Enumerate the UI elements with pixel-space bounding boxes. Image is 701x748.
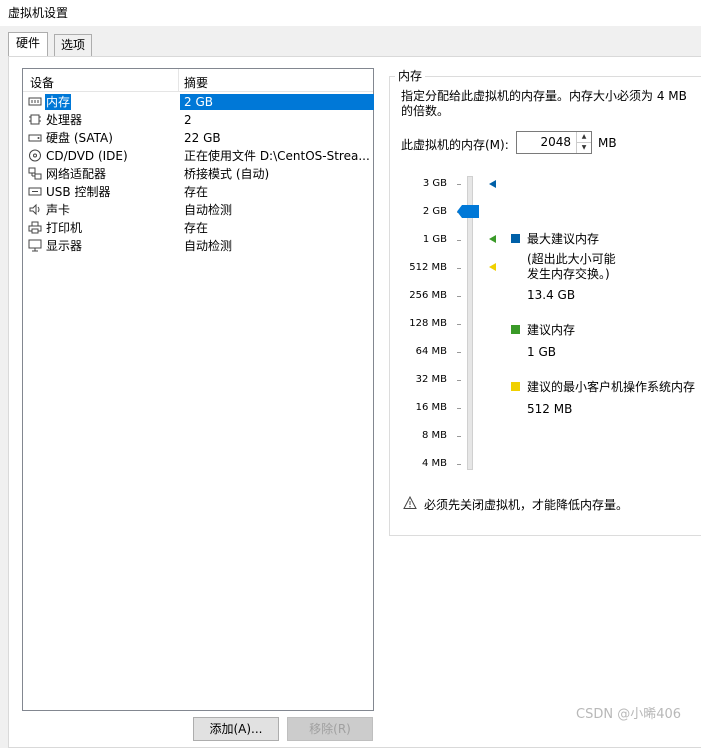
memory-value[interactable]: 2048 xyxy=(540,135,571,149)
max-recommended-marker-icon xyxy=(489,180,496,188)
max-recommended-value: 13.4 GB xyxy=(527,288,576,302)
device-name: 打印机 xyxy=(46,221,83,235)
device-summary: 桥接模式 (自动) xyxy=(184,167,270,181)
recommended-marker-icon xyxy=(489,235,496,243)
scale-tick-label: 3 GB xyxy=(422,178,447,189)
max-recommended-note-line2: 发生内存交换。) xyxy=(527,267,610,281)
column-header-summary[interactable]: 摘要 xyxy=(184,74,208,91)
scale-tick-mark xyxy=(457,324,461,325)
watermark: CSDN @小晞406 xyxy=(576,707,682,722)
scale-tick-mark xyxy=(457,352,461,353)
cpu-icon xyxy=(28,113,42,126)
device-summary: 2 GB xyxy=(180,94,374,110)
tab-hardware[interactable]: 硬件 xyxy=(8,32,48,56)
scale-tick-label: 512 MB xyxy=(409,262,447,273)
device-row-hard-disk[interactable]: 硬盘 (SATA) 22 GB xyxy=(23,129,373,147)
scale-tick-label: 8 MB xyxy=(421,430,447,441)
memory-description: 指定分配给此虚拟机的内存量。内存大小必须为 4 MB 的倍数。 xyxy=(401,89,687,118)
memory-spinbox[interactable]: 2048 ▲ ▼ xyxy=(516,131,592,154)
device-row-cd-dvd[interactable]: CD/DVD (IDE) 正在使用文件 D:\CentOS-Strea... xyxy=(23,147,373,165)
recommended-value: 1 GB xyxy=(527,345,556,359)
device-name: USB 控制器 xyxy=(46,185,111,199)
memory-group-title: 内存 xyxy=(395,67,426,84)
device-name: 网络适配器 xyxy=(46,167,107,181)
min-guest-marker-icon xyxy=(489,263,496,271)
printer-icon xyxy=(28,221,42,234)
device-row-network-adapter[interactable]: 网络适配器 桥接模式 (自动) xyxy=(23,165,373,183)
display-icon xyxy=(28,239,42,252)
add-button[interactable]: 添加(A)... xyxy=(193,717,279,741)
memory-unit: MB xyxy=(598,136,617,150)
recommended-legend-icon xyxy=(511,325,520,334)
recommended-label: 建议内存 xyxy=(527,323,576,337)
warning-icon xyxy=(403,495,417,510)
scale-tick-label: 4 MB xyxy=(421,458,447,469)
max-recommended-legend-icon xyxy=(511,234,520,243)
device-row-printer[interactable]: 打印机 存在 xyxy=(23,219,373,237)
scale-tick-label: 16 MB xyxy=(415,402,447,413)
memory-slider-track[interactable] xyxy=(467,176,473,470)
device-summary: 正在使用文件 D:\CentOS-Strea... xyxy=(184,149,370,163)
scale-tick-mark xyxy=(457,184,461,185)
device-list-header: 设备 摘要 xyxy=(23,69,373,92)
device-summary: 自动检测 xyxy=(184,203,233,217)
min-guest-value: 512 MB xyxy=(527,402,573,416)
device-row-memory[interactable]: 内存 2 GB xyxy=(23,93,374,111)
device-summary: 存在 xyxy=(184,221,209,235)
device-name: 硬盘 (SATA) xyxy=(46,131,113,145)
scale-tick-label: 32 MB xyxy=(415,374,447,385)
device-row-sound-card[interactable]: 声卡 自动检测 xyxy=(23,201,373,219)
max-recommended-label: 最大建议内存 xyxy=(527,232,600,246)
sound-icon xyxy=(28,203,42,216)
remove-button[interactable]: 移除(R) xyxy=(287,717,373,741)
window-title: 虚拟机设置 xyxy=(8,6,69,20)
device-summary: 22 GB xyxy=(184,131,221,145)
column-separator[interactable] xyxy=(178,69,179,91)
scale-tick-mark xyxy=(457,464,461,465)
scale-tick-label: 1 GB xyxy=(422,234,447,245)
device-row-display[interactable]: 显示器 自动检测 xyxy=(23,237,373,255)
scale-tick-mark xyxy=(457,268,461,269)
device-summary: 存在 xyxy=(184,185,209,199)
hard-disk-icon xyxy=(28,131,42,144)
scale-tick-label: 256 MB xyxy=(409,290,447,301)
device-summary: 自动检测 xyxy=(184,239,233,253)
device-row-processor[interactable]: 处理器 2 xyxy=(23,111,373,129)
spin-up-icon[interactable]: ▲ xyxy=(576,132,591,143)
device-name: 内存 xyxy=(45,94,72,110)
device-row-usb-controller[interactable]: USB 控制器 存在 xyxy=(23,183,373,201)
spin-down-icon[interactable]: ▼ xyxy=(576,143,591,153)
column-header-device[interactable]: 设备 xyxy=(30,74,54,91)
device-name: 声卡 xyxy=(46,203,71,217)
memory-field-label: 此虚拟机的内存(M): xyxy=(401,138,509,152)
scale-tick-mark xyxy=(457,240,461,241)
memory-icon xyxy=(28,95,42,108)
device-list[interactable]: 设备 摘要 内存 2 GB 处理器 2 硬盘 (SATA) 22 GB CD/D… xyxy=(22,68,374,711)
scale-tick-mark xyxy=(457,380,461,381)
max-recommended-note-line1: (超出此大小可能 xyxy=(527,252,616,266)
scale-tick-label: 128 MB xyxy=(409,318,447,329)
scale-tick-mark xyxy=(457,436,461,437)
memory-warning-text: 必须先关闭虚拟机，才能降低内存量。 xyxy=(424,498,629,512)
min-guest-label: 建议的最小客户机操作系统内存 xyxy=(527,380,696,394)
tab-options[interactable]: 选项 xyxy=(54,34,92,56)
scale-tick-label: 2 GB xyxy=(422,206,447,217)
scale-tick-mark xyxy=(457,296,461,297)
scale-tick-mark xyxy=(457,408,461,409)
scale-tick-label: 64 MB xyxy=(415,346,447,357)
network-icon xyxy=(28,167,42,180)
device-name: 显示器 xyxy=(46,239,83,253)
min-guest-legend-icon xyxy=(511,382,520,391)
cd-dvd-icon xyxy=(28,149,42,162)
usb-icon xyxy=(28,185,42,198)
device-name: CD/DVD (IDE) xyxy=(46,149,128,163)
device-name: 处理器 xyxy=(46,113,83,127)
window-titlebar: 虚拟机设置 xyxy=(0,0,701,26)
device-summary: 2 xyxy=(184,113,192,127)
